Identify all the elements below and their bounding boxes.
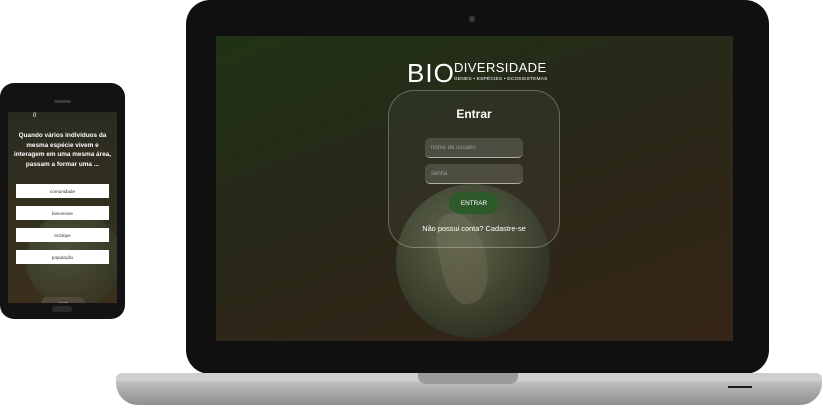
quiz-option-comunidade[interactable]: comunidade (16, 184, 109, 198)
phone-mockup: 0 Quando vários indivíduos da mesma espé… (0, 83, 125, 319)
laptop-base (116, 373, 822, 405)
laptop-led-indicator (728, 386, 752, 388)
laptop-screen: BIO DIVERSIDADE GENES • ESPÉCIES • ECOSS… (216, 36, 733, 341)
quiz-counter: 0 (33, 113, 37, 119)
phone-home-indicator (52, 306, 72, 312)
quiz-option-populacao[interactable]: população (16, 250, 109, 264)
login-card: Entrar ENTRAR Não possui conta? Cadastre… (388, 90, 560, 248)
logo-subtitle: GENES • ESPÉCIES • ECOSSISTEMAS (454, 77, 548, 82)
laptop-open-notch (418, 373, 518, 384)
quiz-question: Quando vários indivíduos da mesma espéci… (14, 132, 111, 168)
logo-diversidade-text: DIVERSIDADE (454, 60, 547, 75)
quiz-next-button[interactable]: next (41, 297, 85, 303)
quiz-option-ecotope[interactable]: ecótope (16, 228, 109, 242)
phone-speaker (54, 100, 71, 103)
login-submit-button[interactable]: ENTRAR (449, 192, 499, 214)
phone-screen: 0 Quando vários indivíduos da mesma espé… (8, 112, 117, 303)
signup-link[interactable]: Não possui conta? Cadastre-se (389, 224, 559, 233)
login-title: Entrar (456, 107, 492, 121)
username-input[interactable] (425, 138, 523, 158)
password-input[interactable] (425, 164, 523, 184)
logo-bio-text: BIO (407, 58, 455, 88)
camera-icon (469, 16, 475, 22)
quiz-option-biocenose[interactable]: biocenose (16, 206, 109, 220)
